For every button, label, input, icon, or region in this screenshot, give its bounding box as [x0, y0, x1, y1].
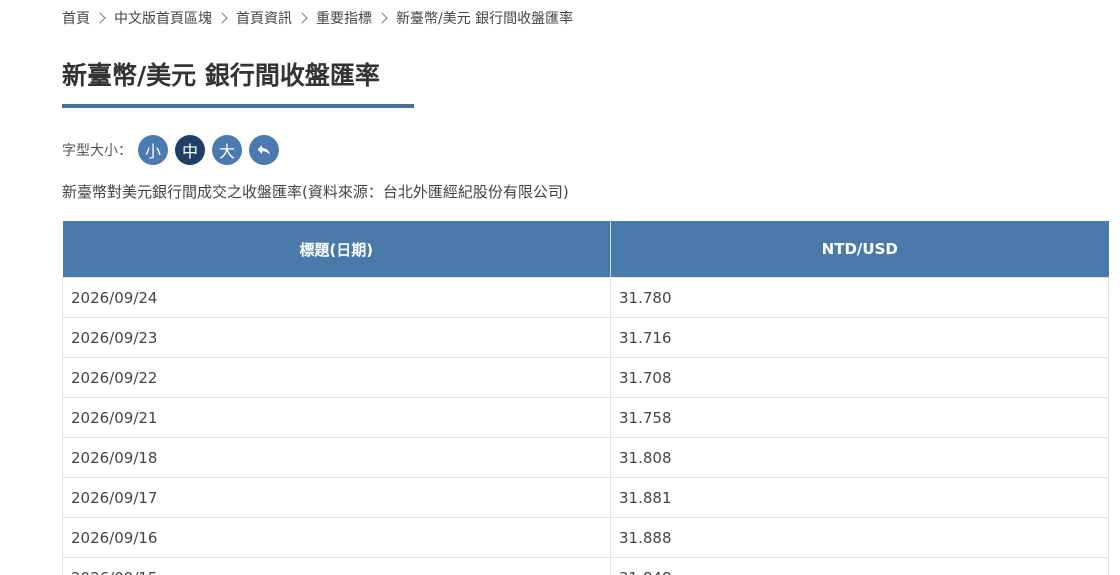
table-row: 2026/09/15 31.848 [62, 557, 1109, 575]
chevron-right-icon [216, 12, 228, 24]
page: 首頁 中文版首頁區塊 首頁資訊 重要指標 新臺幣/美元 銀行間收盤匯率 新臺幣/… [0, 0, 1120, 575]
back-arrow-icon [257, 145, 270, 155]
chevron-right-icon [296, 12, 308, 24]
date-cell: 2026/09/22 [62, 357, 611, 398]
font-size-small-button[interactable]: 小 [138, 135, 168, 165]
breadcrumb: 首頁 中文版首頁區塊 首頁資訊 重要指標 新臺幣/美元 銀行間收盤匯率 [62, 8, 573, 28]
date-cell: 2026/09/16 [62, 517, 611, 558]
chevron-right-icon [376, 12, 388, 24]
rate-cell: 31.848 [610, 557, 1109, 575]
table-row: 2026/09/24 31.780 [62, 277, 1109, 318]
description-text: 新臺幣對美元銀行間成交之收盤匯率(資料來源：台北外匯經紀股份有限公司) [62, 183, 569, 201]
date-cell: 2026/09/17 [62, 477, 611, 518]
column-header-rate: NTD/USD [610, 221, 1109, 278]
page-title-block: 新臺幣/美元 銀行間收盤匯率 [62, 56, 414, 108]
rate-cell: 31.758 [610, 397, 1109, 438]
font-size-controls: 字型大小： 小 中 大 [62, 135, 286, 165]
table-row: 2026/09/23 31.716 [62, 317, 1109, 358]
table-row: 2026/09/17 31.881 [62, 477, 1109, 518]
page-title: 新臺幣/美元 銀行間收盤匯率 [62, 61, 380, 90]
rate-cell: 31.888 [610, 517, 1109, 558]
date-cell: 2026/09/24 [62, 277, 611, 318]
breadcrumb-current: 新臺幣/美元 銀行間收盤匯率 [396, 11, 574, 27]
table-row: 2026/09/16 31.888 [62, 517, 1109, 558]
back-button[interactable] [249, 135, 279, 165]
table-row: 2026/09/22 31.708 [62, 357, 1109, 398]
font-size-medium-button[interactable]: 中 [175, 135, 205, 165]
breadcrumb-home[interactable]: 首頁 [62, 8, 90, 28]
column-header-date: 標題(日期) [62, 221, 611, 278]
date-cell: 2026/09/21 [62, 397, 611, 438]
rate-cell: 31.808 [610, 437, 1109, 478]
rates-table: 標題(日期) NTD/USD 2026/09/24 31.780 2026/09… [62, 221, 1109, 575]
rate-cell: 31.716 [610, 317, 1109, 358]
font-size-label: 字型大小： [62, 143, 132, 159]
date-cell: 2026/09/23 [62, 317, 611, 358]
chevron-right-icon [94, 12, 106, 24]
breadcrumb-chinese-home-block[interactable]: 中文版首頁區塊 [114, 8, 212, 28]
font-size-large-button[interactable]: 大 [212, 135, 242, 165]
rates-table-wrapper: 標題(日期) NTD/USD 2026/09/24 31.780 2026/09… [62, 221, 1109, 575]
table-header-row: 標題(日期) NTD/USD [62, 221, 1109, 278]
rate-cell: 31.881 [610, 477, 1109, 518]
breadcrumb-key-indicators[interactable]: 重要指標 [316, 8, 372, 28]
breadcrumb-home-info[interactable]: 首頁資訊 [236, 8, 292, 28]
table-row: 2026/09/21 31.758 [62, 397, 1109, 438]
rate-cell: 31.708 [610, 357, 1109, 398]
rate-cell: 31.780 [610, 277, 1109, 318]
date-cell: 2026/09/15 [62, 557, 611, 575]
date-cell: 2026/09/18 [62, 437, 611, 478]
table-row: 2026/09/18 31.808 [62, 437, 1109, 478]
